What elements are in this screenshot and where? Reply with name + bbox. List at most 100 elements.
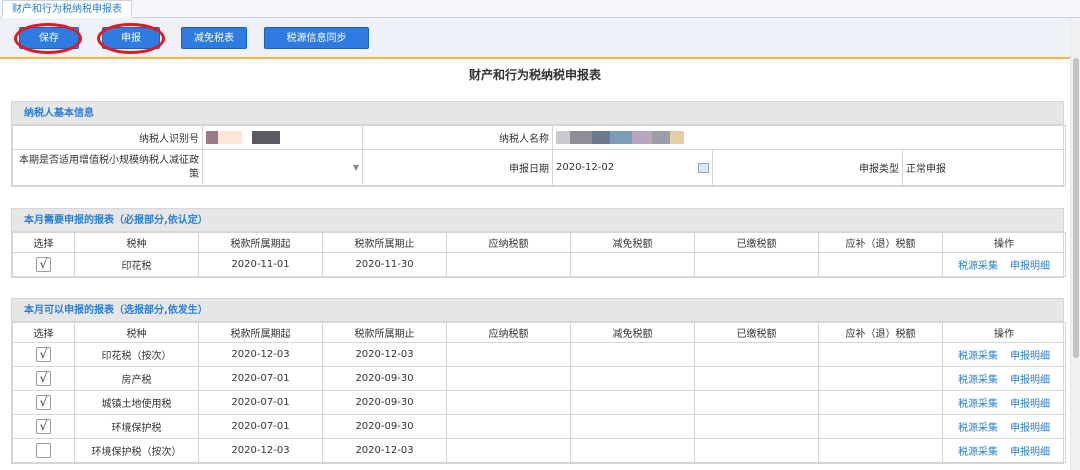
- tax-source-collect-link[interactable]: 税源采集: [958, 375, 998, 386]
- tax-source-sync-button[interactable]: 税源信息同步: [264, 27, 369, 49]
- col-payable: 应纳税额: [446, 322, 571, 343]
- policy-label: 本期是否适用增值税小规模纳税人减征政策: [12, 149, 203, 186]
- period-end-cell: 2020-11-30: [322, 252, 447, 277]
- required-header-row: 选择 税种 税款所属期起 税款所属期止 应纳税额 减免税额 已缴税额 应补（退）…: [12, 232, 1066, 253]
- row-checkbox[interactable]: √: [36, 371, 51, 386]
- table-row: √ 印花税 2020-11-01 2020-11-30 税源采集 申报明细: [12, 252, 1066, 277]
- table-row: 环境保护税（按次） 2020-12-03 2020-12-03 税源采集 申报明细: [12, 438, 1066, 463]
- row-checkbox[interactable]: √: [36, 419, 51, 434]
- col-relief: 减免税额: [570, 232, 695, 253]
- basic-info-section: 纳税人基本信息 纳税人识别号 纳税人名称 本期是否适用增值税小规模纳税人减征政策…: [11, 101, 1066, 187]
- refund-cell: [818, 342, 943, 367]
- save-button[interactable]: 保存: [19, 27, 79, 49]
- ops-cell: 税源采集 申报明细: [942, 252, 1066, 277]
- tax-source-collect-link[interactable]: 税源采集: [958, 351, 998, 362]
- col-paid: 已缴税额: [694, 322, 819, 343]
- tax-source-collect-link[interactable]: 税源采集: [958, 423, 998, 434]
- required-forms-heading: 本月需要申报的报表（必报部分,依认定）: [12, 209, 1063, 232]
- declare-detail-link[interactable]: 申报明细: [1010, 447, 1050, 458]
- relief-cell: [570, 252, 695, 277]
- period-end-cell: 2020-09-30: [322, 366, 447, 391]
- relief-form-button[interactable]: 减免税表: [181, 27, 247, 49]
- optional-forms-section: 本月可以申报的报表（选报部分,依发生） 选择 税种 税款所属期起 税款所属期止 …: [11, 298, 1066, 464]
- toolbar: 保存 申报 减免税表 税源信息同步: [0, 18, 1070, 59]
- col-refund: 应补（退）税额: [818, 322, 943, 343]
- tax-type-cell: 房产税: [74, 366, 199, 391]
- refund-cell: [818, 366, 943, 391]
- payable-cell: [446, 366, 571, 391]
- tax-source-collect-link[interactable]: 税源采集: [958, 261, 998, 272]
- table-row: √ 城镇土地使用税 2020-07-01 2020-09-30 税源采集 申报明细: [12, 390, 1066, 415]
- tax-type-cell: 印花税: [74, 252, 199, 277]
- tax-source-collect-link[interactable]: 税源采集: [958, 399, 998, 410]
- policy-select[interactable]: ▼: [202, 149, 363, 186]
- optional-header-row: 选择 税种 税款所属期起 税款所属期止 应纳税额 减免税额 已缴税额 应补（退）…: [12, 322, 1066, 343]
- period-start-cell: 2020-12-03: [198, 438, 323, 463]
- ops-cell: 税源采集 申报明细: [942, 414, 1066, 439]
- row-select-cell: √: [12, 342, 75, 367]
- row-checkbox[interactable]: [36, 443, 51, 458]
- declare-detail-link[interactable]: 申报明细: [1010, 351, 1050, 362]
- paid-cell: [694, 414, 819, 439]
- basic-info-table: 纳税人识别号 纳税人名称 本期是否适用增值税小规模纳税人减征政策 ▼ 申报日期 …: [12, 125, 1066, 186]
- tax-type-cell: 环境保护税: [74, 414, 199, 439]
- ops-cell: 税源采集 申报明细: [942, 438, 1066, 463]
- col-select: 选择: [12, 322, 75, 343]
- period-end-cell: 2020-09-30: [322, 414, 447, 439]
- declare-detail-link[interactable]: 申报明细: [1010, 423, 1050, 434]
- col-period-start: 税款所属期起: [198, 232, 323, 253]
- row-checkbox[interactable]: √: [36, 395, 51, 410]
- period-end-cell: 2020-12-03: [322, 438, 447, 463]
- basic-info-heading: 纳税人基本信息: [12, 102, 1063, 125]
- required-forms-section: 本月需要申报的报表（必报部分,依认定） 选择 税种 税款所属期起 税款所属期止 …: [11, 208, 1066, 278]
- vertical-scrollbar[interactable]: [1070, 18, 1080, 470]
- refund-cell: [818, 438, 943, 463]
- tax-type-cell: 环境保护税（按次）: [74, 438, 199, 463]
- refund-cell: [818, 414, 943, 439]
- ops-cell: 税源采集 申报明细: [942, 366, 1066, 391]
- table-row: √ 印花税（按次） 2020-12-03 2020-12-03 税源采集 申报明细: [12, 342, 1066, 367]
- period-start-cell: 2020-07-01: [198, 414, 323, 439]
- taxpayer-id-label: 纳税人识别号: [12, 125, 203, 150]
- relief-cell: [570, 438, 695, 463]
- declare-date-label: 申报日期: [362, 149, 553, 186]
- calendar-icon[interactable]: [698, 163, 709, 173]
- table-row: √ 环境保护税 2020-07-01 2020-09-30 税源采集 申报明细: [12, 414, 1066, 439]
- col-ops: 操作: [942, 232, 1066, 253]
- col-select: 选择: [12, 232, 75, 253]
- refund-cell: [818, 252, 943, 277]
- tab-property-tax-form[interactable]: 财产和行为税纳税申报表: [2, 0, 132, 18]
- period-start-cell: 2020-07-01: [198, 390, 323, 415]
- declare-detail-link[interactable]: 申报明细: [1010, 375, 1050, 386]
- declare-date-value: 2020-12-02: [556, 162, 615, 173]
- paid-cell: [694, 252, 819, 277]
- period-start-cell: 2020-11-01: [198, 252, 323, 277]
- optional-forms-table: 选择 税种 税款所属期起 税款所属期止 应纳税额 减免税额 已缴税额 应补（退）…: [12, 322, 1066, 463]
- col-refund: 应补（退）税额: [818, 232, 943, 253]
- taxpayer-id-value: [202, 125, 363, 150]
- table-row: √ 房产税 2020-07-01 2020-09-30 税源采集 申报明细: [12, 366, 1066, 391]
- declare-type-value: 正常申报: [902, 149, 1066, 186]
- optional-forms-heading: 本月可以申报的报表（选报部分,依发生）: [12, 299, 1063, 322]
- declare-detail-link[interactable]: 申报明细: [1010, 261, 1050, 272]
- paid-cell: [694, 342, 819, 367]
- row-select-cell: √: [12, 252, 75, 277]
- row-select-cell: √: [12, 366, 75, 391]
- period-end-cell: 2020-09-30: [322, 390, 447, 415]
- tax-type-cell: 城镇土地使用税: [74, 390, 199, 415]
- tax-type-cell: 印花税（按次）: [74, 342, 199, 367]
- required-forms-table: 选择 税种 税款所属期起 税款所属期止 应纳税额 减免税额 已缴税额 应补（退）…: [12, 232, 1066, 277]
- declare-button[interactable]: 申报: [102, 27, 160, 49]
- row-checkbox[interactable]: √: [36, 257, 51, 272]
- declare-date-field[interactable]: 2020-12-02: [552, 149, 713, 186]
- declare-detail-link[interactable]: 申报明细: [1010, 399, 1050, 410]
- payable-cell: [446, 252, 571, 277]
- tax-source-collect-link[interactable]: 税源采集: [958, 447, 998, 458]
- scrollbar-thumb[interactable]: [1073, 58, 1079, 358]
- taxpayer-name-value: [552, 125, 1066, 150]
- col-tax-type: 税种: [74, 322, 199, 343]
- relief-cell: [570, 390, 695, 415]
- row-checkbox[interactable]: √: [36, 347, 51, 362]
- col-period-end: 税款所属期止: [322, 232, 447, 253]
- paid-cell: [694, 438, 819, 463]
